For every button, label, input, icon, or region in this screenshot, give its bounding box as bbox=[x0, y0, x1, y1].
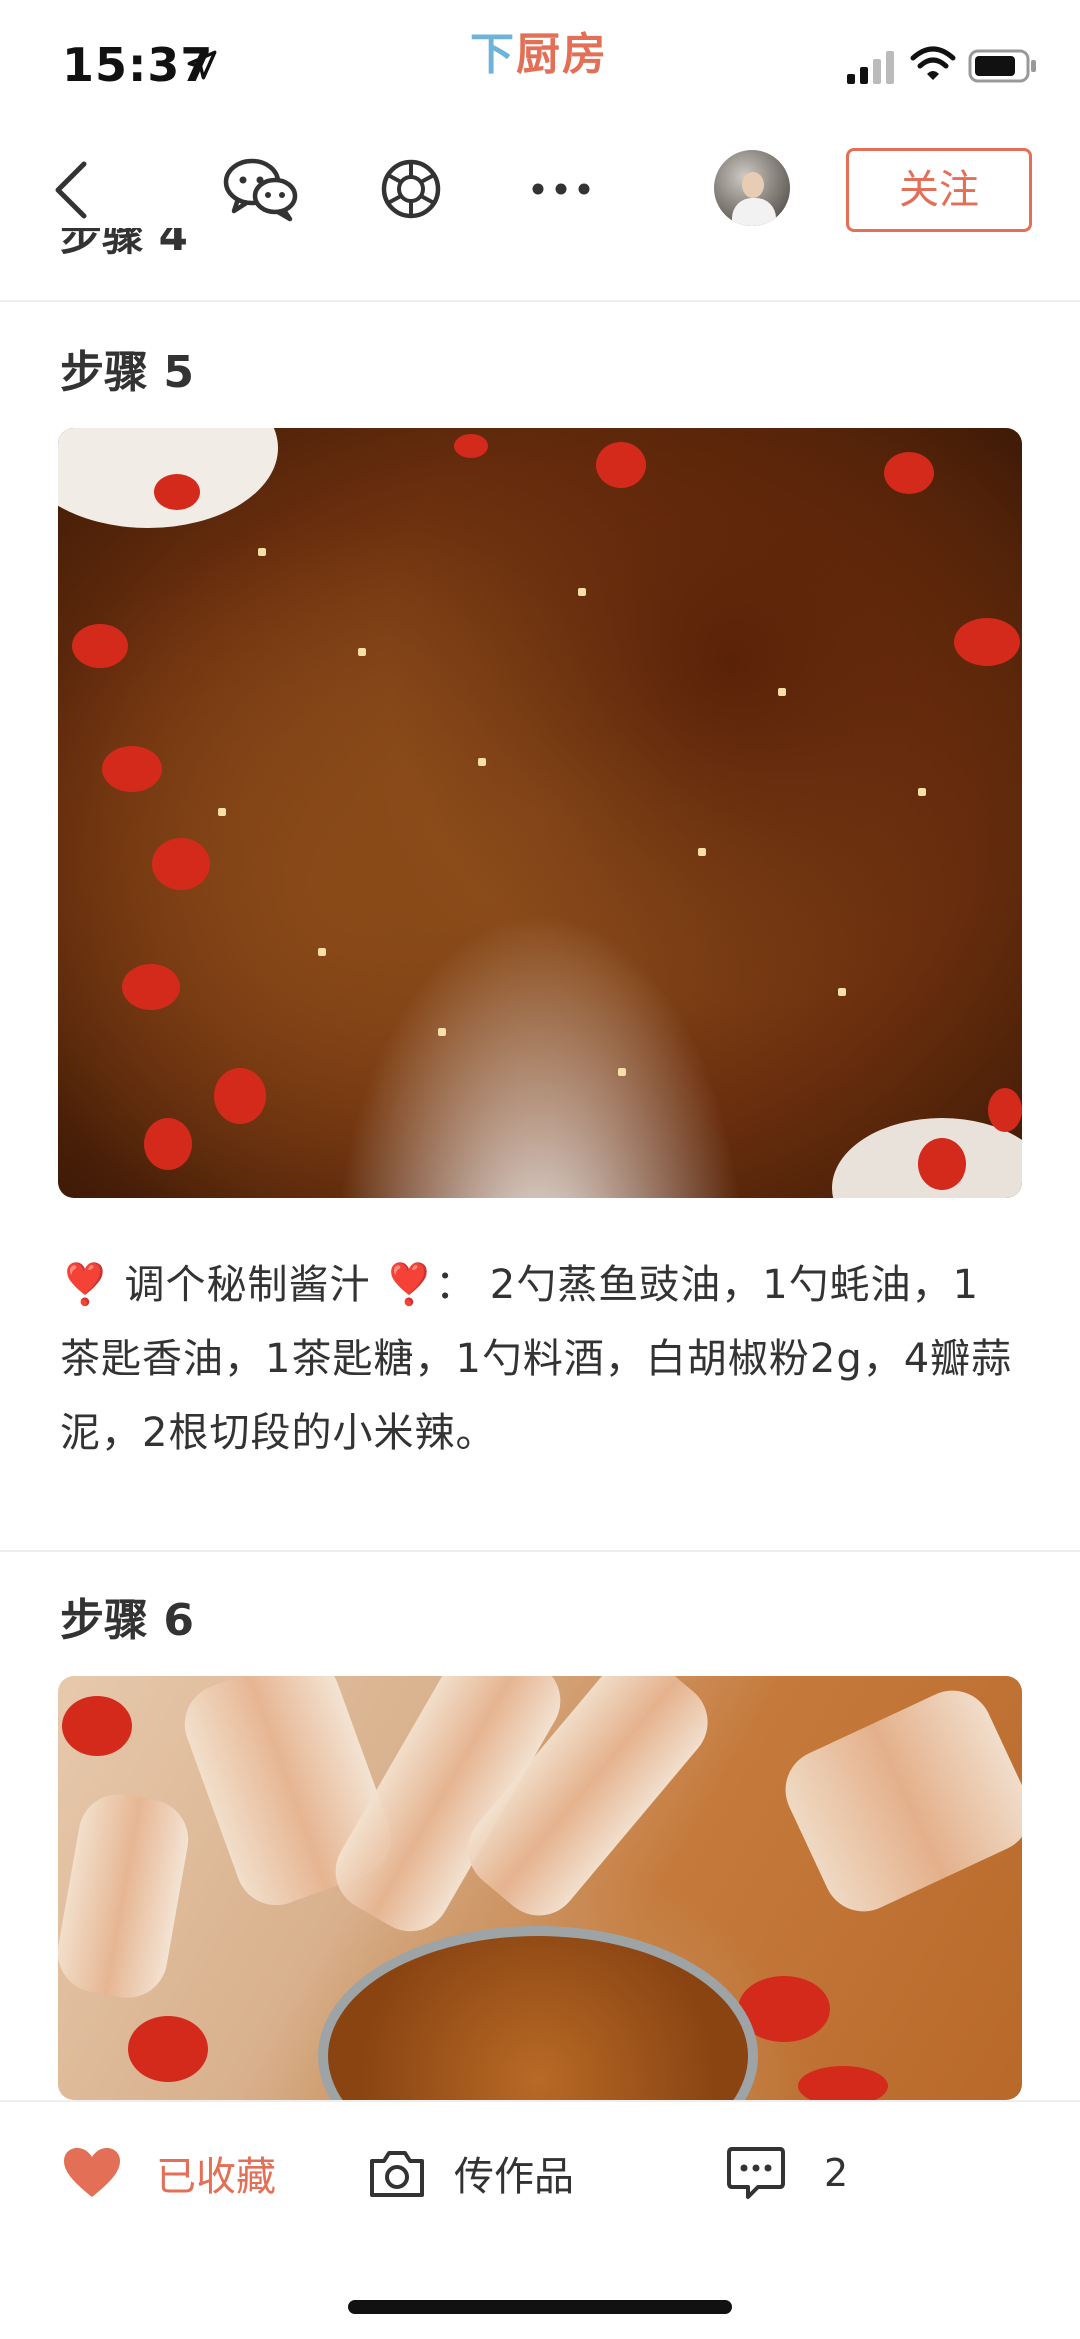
garlic-bit bbox=[478, 758, 486, 766]
divider bbox=[0, 1550, 1080, 1552]
more-dots-button[interactable] bbox=[530, 172, 592, 206]
wifi-icon bbox=[910, 46, 956, 80]
signal-icon bbox=[847, 51, 894, 84]
heart-exclamation-emoji: ❣️ bbox=[384, 1262, 436, 1308]
spoon bbox=[318, 1926, 758, 2100]
shrimp-shape bbox=[772, 1677, 1022, 1925]
favorite-button[interactable]: 已收藏 bbox=[62, 2138, 276, 2208]
chili-piece bbox=[102, 746, 162, 792]
comment-count: 2 bbox=[824, 2151, 849, 2195]
garlic-bit bbox=[318, 948, 326, 956]
camera-icon bbox=[370, 2151, 424, 2197]
upload-work-label: 传作品 bbox=[454, 2154, 574, 2200]
battery-icon bbox=[968, 49, 1036, 83]
divider bbox=[0, 300, 1080, 302]
brand-part-2: 厨房 bbox=[516, 29, 608, 80]
step-5-desc-main: 调个秘制酱汁 bbox=[124, 1262, 371, 1308]
chili-piece bbox=[884, 452, 934, 494]
back-button[interactable] bbox=[48, 158, 96, 222]
app-brand-logo: 下厨房 bbox=[470, 18, 608, 82]
upload-work-button[interactable]: 传作品 bbox=[368, 2138, 574, 2208]
avatar-shirt bbox=[732, 198, 776, 226]
chili-piece bbox=[128, 2016, 208, 2082]
brand-part-1: 下 bbox=[470, 29, 516, 80]
garlic-bit bbox=[578, 588, 586, 596]
step-5-sauce-image[interactable] bbox=[58, 428, 1022, 1198]
chili-piece bbox=[954, 618, 1020, 666]
chili-piece bbox=[596, 442, 646, 488]
garlic-bit bbox=[258, 548, 266, 556]
avatar-face bbox=[742, 172, 764, 198]
location-arrow-icon bbox=[187, 50, 217, 80]
heart-icon bbox=[64, 2148, 120, 2197]
chili-piece bbox=[454, 434, 488, 458]
step-4-title-partial: 步骤 4 bbox=[60, 228, 188, 260]
chili-piece bbox=[152, 838, 210, 890]
step-6-shrimp-noodles-image[interactable] bbox=[58, 1676, 1022, 2100]
chili-piece bbox=[988, 1088, 1022, 1132]
garlic-bit bbox=[778, 688, 786, 696]
garlic-bit bbox=[618, 1068, 626, 1076]
garlic-bit bbox=[218, 808, 226, 816]
wechat-share-button[interactable] bbox=[222, 155, 300, 223]
garlic-bit bbox=[698, 848, 706, 856]
chili-piece bbox=[918, 1138, 966, 1190]
moments-share-button[interactable] bbox=[380, 158, 442, 220]
comments-button[interactable]: 2 bbox=[726, 2136, 848, 2210]
author-avatar[interactable] bbox=[714, 150, 790, 226]
chili-piece bbox=[798, 2066, 888, 2100]
chili-piece bbox=[154, 474, 200, 510]
follow-button[interactable]: 关注 bbox=[846, 148, 1032, 232]
step-6-title: 步骤 6 bbox=[60, 1595, 194, 1646]
comment-icon bbox=[727, 2147, 785, 2199]
chili-piece bbox=[214, 1068, 266, 1124]
garlic-bit bbox=[838, 988, 846, 996]
shrimp-shape bbox=[58, 1787, 195, 2005]
home-indicator[interactable] bbox=[348, 2300, 732, 2314]
garlic-bit bbox=[358, 648, 366, 656]
garlic-bit bbox=[918, 788, 926, 796]
chili-piece bbox=[72, 624, 128, 668]
chili-piece bbox=[62, 1696, 132, 1756]
step-5-description: ❣️ 调个秘制酱汁 ❣️： 2勺蒸鱼豉油，1勺蚝油，1茶匙香油，1茶匙糖，1勺料… bbox=[60, 1248, 1020, 1470]
garlic-bit bbox=[438, 1028, 446, 1036]
heart-exclamation-emoji: ❣️ bbox=[60, 1262, 111, 1308]
favorite-label: 已收藏 bbox=[156, 2154, 276, 2200]
chili-piece bbox=[144, 1118, 192, 1170]
chili-piece bbox=[122, 964, 180, 1010]
step-5-title: 步骤 5 bbox=[60, 347, 194, 398]
